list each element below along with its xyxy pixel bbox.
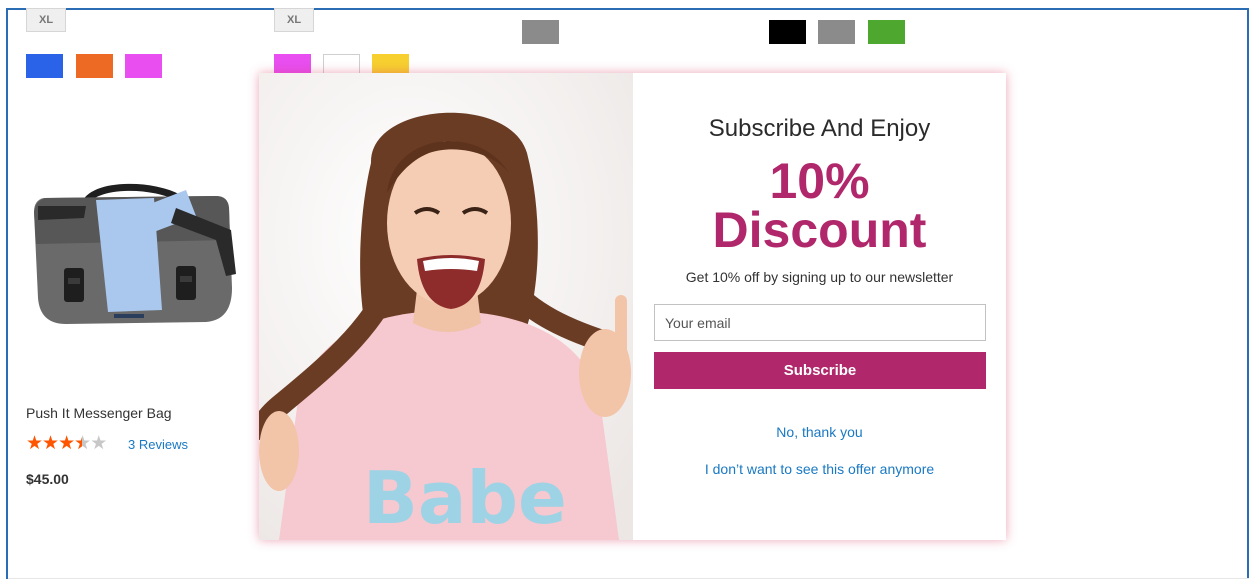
divider — [8, 578, 1249, 579]
never-show-link[interactable]: I don’t want to see this offer anymore — [633, 461, 1006, 477]
color-swatch-orange[interactable] — [76, 54, 113, 78]
color-swatch-green[interactable] — [868, 20, 905, 44]
laughing-woman-photo: Babe — [259, 73, 633, 540]
color-swatch-black[interactable] — [769, 20, 806, 44]
product-name[interactable]: Push It Messenger Bag — [26, 405, 172, 421]
size-option-xl[interactable]: XL — [26, 8, 67, 32]
subscribe-button[interactable]: Subscribe — [654, 352, 986, 389]
messenger-bag-image[interactable] — [26, 178, 246, 338]
star-icon: ★ — [90, 433, 107, 454]
newsletter-popup: Babe Subscribe And Enjoy 10% Discount Ge… — [259, 73, 1006, 540]
popup-content: Subscribe And Enjoy 10% Discount Get 10%… — [633, 73, 1006, 540]
color-swatch-gray[interactable] — [818, 20, 855, 44]
discount-percent: 10% — [769, 153, 870, 209]
popup-subtext: Get 10% off by signing up to our newslet… — [685, 269, 954, 285]
color-swatch-gray[interactable] — [522, 20, 559, 44]
rating-stars: ★★★★★★ — [26, 433, 107, 454]
shirt-print: Babe — [363, 456, 567, 540]
half-star-icon: ★★ — [74, 433, 91, 454]
product-price: $45.00 — [26, 471, 69, 487]
reviews-link[interactable]: 3 Reviews — [128, 437, 188, 452]
star-icon: ★ — [26, 433, 43, 454]
color-swatch-blue[interactable] — [26, 54, 63, 78]
popup-title: Subscribe And Enjoy — [708, 115, 931, 142]
no-thanks-link[interactable]: No, thank you — [633, 424, 1006, 440]
star-icon: ★ — [58, 433, 75, 454]
color-swatch-purple[interactable] — [125, 54, 162, 78]
size-option-xl[interactable]: XL — [274, 8, 315, 32]
discount-heading: Discount — [712, 202, 927, 258]
star-icon: ★ — [42, 433, 59, 454]
email-input[interactable] — [654, 304, 986, 341]
